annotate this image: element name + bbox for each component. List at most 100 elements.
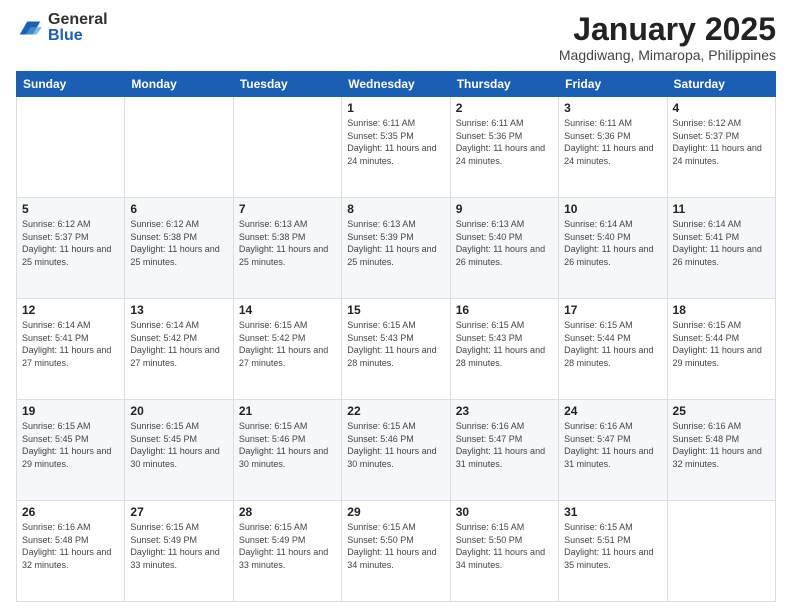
day-info: Sunrise: 6:16 AM Sunset: 5:48 PM Dayligh… (673, 420, 770, 470)
day-number: 24 (564, 404, 661, 418)
day-number: 28 (239, 505, 336, 519)
logo-blue: Blue (48, 28, 108, 44)
logo-general: General (48, 12, 108, 28)
daylight-text: Daylight: 11 hours and 29 minutes. (22, 446, 111, 469)
daylight-text: Daylight: 11 hours and 32 minutes. (22, 547, 111, 570)
sunrise-text: Sunrise: 6:11 AM (564, 118, 632, 128)
day-number: 15 (347, 303, 444, 317)
sunset-text: Sunset: 5:48 PM (22, 535, 89, 545)
sunset-text: Sunset: 5:45 PM (22, 434, 89, 444)
sunrise-text: Sunrise: 6:11 AM (456, 118, 524, 128)
day-number: 9 (456, 202, 553, 216)
logo-text: General Blue (48, 12, 108, 44)
table-row (233, 97, 341, 198)
sunrise-text: Sunrise: 6:15 AM (239, 320, 308, 330)
table-row: 7 Sunrise: 6:13 AM Sunset: 5:38 PM Dayli… (233, 198, 341, 299)
sunrise-text: Sunrise: 6:15 AM (130, 522, 199, 532)
daylight-text: Daylight: 11 hours and 24 minutes. (456, 143, 545, 166)
day-number: 14 (239, 303, 336, 317)
daylight-text: Daylight: 11 hours and 27 minutes. (239, 345, 328, 368)
sunset-text: Sunset: 5:36 PM (456, 131, 523, 141)
table-row: 18 Sunrise: 6:15 AM Sunset: 5:44 PM Dayl… (667, 299, 775, 400)
week-row-2: 12 Sunrise: 6:14 AM Sunset: 5:41 PM Dayl… (17, 299, 776, 400)
sunset-text: Sunset: 5:37 PM (22, 232, 89, 242)
title-block: January 2025 Magdiwang, Mimaropa, Philip… (559, 12, 776, 63)
sunset-text: Sunset: 5:49 PM (130, 535, 197, 545)
day-number: 2 (456, 101, 553, 115)
sunrise-text: Sunrise: 6:12 AM (673, 118, 742, 128)
sunrise-text: Sunrise: 6:15 AM (347, 421, 416, 431)
daylight-text: Daylight: 11 hours and 24 minutes. (564, 143, 653, 166)
table-row: 13 Sunrise: 6:14 AM Sunset: 5:42 PM Dayl… (125, 299, 233, 400)
table-row: 14 Sunrise: 6:15 AM Sunset: 5:42 PM Dayl… (233, 299, 341, 400)
sunset-text: Sunset: 5:45 PM (130, 434, 197, 444)
week-row-4: 26 Sunrise: 6:16 AM Sunset: 5:48 PM Dayl… (17, 501, 776, 602)
table-row: 2 Sunrise: 6:11 AM Sunset: 5:36 PM Dayli… (450, 97, 558, 198)
sunrise-text: Sunrise: 6:14 AM (130, 320, 199, 330)
col-friday: Friday (559, 72, 667, 97)
day-info: Sunrise: 6:15 AM Sunset: 5:43 PM Dayligh… (347, 319, 444, 369)
daylight-text: Daylight: 11 hours and 30 minutes. (239, 446, 328, 469)
sunrise-text: Sunrise: 6:13 AM (239, 219, 308, 229)
sunset-text: Sunset: 5:38 PM (130, 232, 197, 242)
day-info: Sunrise: 6:11 AM Sunset: 5:35 PM Dayligh… (347, 117, 444, 167)
table-row: 10 Sunrise: 6:14 AM Sunset: 5:40 PM Dayl… (559, 198, 667, 299)
col-sunday: Sunday (17, 72, 125, 97)
daylight-text: Daylight: 11 hours and 26 minutes. (673, 244, 762, 267)
day-number: 6 (130, 202, 227, 216)
week-row-3: 19 Sunrise: 6:15 AM Sunset: 5:45 PM Dayl… (17, 400, 776, 501)
col-saturday: Saturday (667, 72, 775, 97)
header-row: Sunday Monday Tuesday Wednesday Thursday… (17, 72, 776, 97)
daylight-text: Daylight: 11 hours and 24 minutes. (673, 143, 762, 166)
day-number: 25 (673, 404, 770, 418)
sunset-text: Sunset: 5:46 PM (347, 434, 414, 444)
sunset-text: Sunset: 5:44 PM (564, 333, 631, 343)
table-row: 9 Sunrise: 6:13 AM Sunset: 5:40 PM Dayli… (450, 198, 558, 299)
day-info: Sunrise: 6:14 AM Sunset: 5:40 PM Dayligh… (564, 218, 661, 268)
table-row: 28 Sunrise: 6:15 AM Sunset: 5:49 PM Dayl… (233, 501, 341, 602)
table-row: 12 Sunrise: 6:14 AM Sunset: 5:41 PM Dayl… (17, 299, 125, 400)
sunset-text: Sunset: 5:43 PM (347, 333, 414, 343)
day-number: 19 (22, 404, 119, 418)
table-row: 16 Sunrise: 6:15 AM Sunset: 5:43 PM Dayl… (450, 299, 558, 400)
main-title: January 2025 (559, 12, 776, 47)
subtitle: Magdiwang, Mimaropa, Philippines (559, 47, 776, 63)
day-number: 7 (239, 202, 336, 216)
table-row: 1 Sunrise: 6:11 AM Sunset: 5:35 PM Dayli… (342, 97, 450, 198)
daylight-text: Daylight: 11 hours and 26 minutes. (456, 244, 545, 267)
daylight-text: Daylight: 11 hours and 28 minutes. (347, 345, 436, 368)
day-info: Sunrise: 6:12 AM Sunset: 5:37 PM Dayligh… (673, 117, 770, 167)
day-number: 1 (347, 101, 444, 115)
day-number: 11 (673, 202, 770, 216)
daylight-text: Daylight: 11 hours and 28 minutes. (564, 345, 653, 368)
table-row: 3 Sunrise: 6:11 AM Sunset: 5:36 PM Dayli… (559, 97, 667, 198)
table-row: 17 Sunrise: 6:15 AM Sunset: 5:44 PM Dayl… (559, 299, 667, 400)
logo-icon (16, 14, 44, 42)
page: General Blue January 2025 Magdiwang, Mim… (0, 0, 792, 612)
day-number: 12 (22, 303, 119, 317)
sunset-text: Sunset: 5:42 PM (130, 333, 197, 343)
header: General Blue January 2025 Magdiwang, Mim… (16, 12, 776, 63)
day-number: 3 (564, 101, 661, 115)
day-info: Sunrise: 6:16 AM Sunset: 5:47 PM Dayligh… (456, 420, 553, 470)
sunset-text: Sunset: 5:44 PM (673, 333, 740, 343)
day-info: Sunrise: 6:14 AM Sunset: 5:42 PM Dayligh… (130, 319, 227, 369)
sunrise-text: Sunrise: 6:15 AM (673, 320, 742, 330)
day-number: 4 (673, 101, 770, 115)
sunrise-text: Sunrise: 6:15 AM (456, 320, 525, 330)
sunset-text: Sunset: 5:50 PM (456, 535, 523, 545)
sunset-text: Sunset: 5:38 PM (239, 232, 306, 242)
daylight-text: Daylight: 11 hours and 25 minutes. (130, 244, 219, 267)
sunrise-text: Sunrise: 6:14 AM (673, 219, 742, 229)
sunrise-text: Sunrise: 6:15 AM (456, 522, 525, 532)
day-info: Sunrise: 6:15 AM Sunset: 5:44 PM Dayligh… (564, 319, 661, 369)
table-row: 30 Sunrise: 6:15 AM Sunset: 5:50 PM Dayl… (450, 501, 558, 602)
table-row: 20 Sunrise: 6:15 AM Sunset: 5:45 PM Dayl… (125, 400, 233, 501)
table-row: 6 Sunrise: 6:12 AM Sunset: 5:38 PM Dayli… (125, 198, 233, 299)
week-row-0: 1 Sunrise: 6:11 AM Sunset: 5:35 PM Dayli… (17, 97, 776, 198)
sunset-text: Sunset: 5:46 PM (239, 434, 306, 444)
day-number: 13 (130, 303, 227, 317)
sunrise-text: Sunrise: 6:15 AM (347, 522, 416, 532)
table-row: 23 Sunrise: 6:16 AM Sunset: 5:47 PM Dayl… (450, 400, 558, 501)
day-number: 17 (564, 303, 661, 317)
